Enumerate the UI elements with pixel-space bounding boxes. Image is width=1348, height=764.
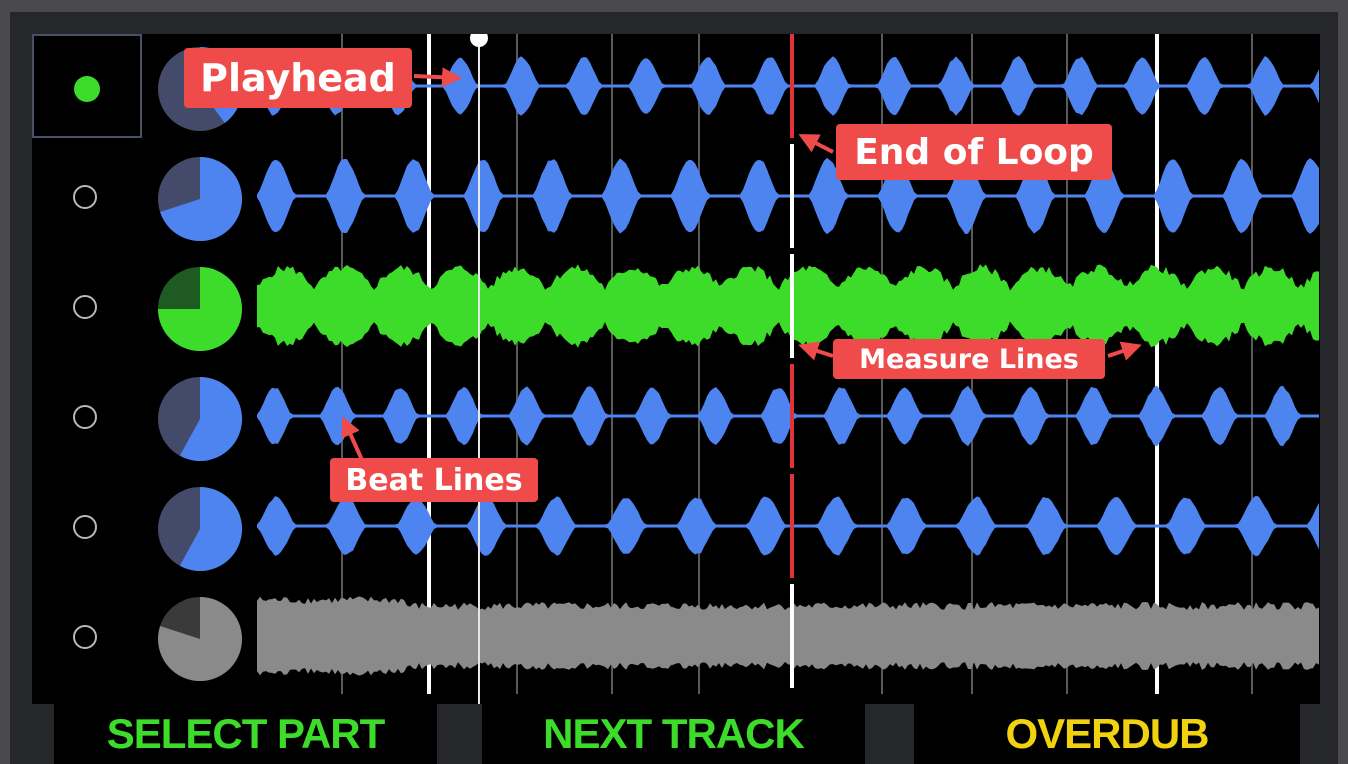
- soft-key-bar: SELECT PART NEXT TRACK OVERDUB: [10, 704, 1338, 764]
- measure-line: [790, 584, 794, 688]
- measure-lines-callout: Measure Lines: [833, 339, 1105, 379]
- track-row[interactable]: [32, 474, 1320, 584]
- track-progress-pie-icon: [158, 267, 242, 351]
- track-row[interactable]: [32, 254, 1320, 364]
- track-row[interactable]: [32, 364, 1320, 474]
- track-area: [32, 34, 1320, 704]
- end-of-loop-callout: End of Loop: [836, 124, 1112, 180]
- end-of-loop-marker: [790, 34, 794, 138]
- inactive-part-dot-icon: [73, 185, 97, 209]
- part-select-indicator[interactable]: [32, 254, 142, 358]
- track-progress-pie-icon: [158, 597, 243, 681]
- track-progress-pie-icon: [158, 156, 243, 241]
- measure-line: [790, 144, 794, 248]
- part-select-indicator[interactable]: [32, 474, 142, 578]
- part-select-indicator[interactable]: [32, 584, 142, 688]
- part-select-indicator[interactable]: [32, 144, 142, 248]
- track-progress-pie-icon: [158, 486, 243, 571]
- part-select-indicator[interactable]: [32, 364, 142, 468]
- track-row[interactable]: [32, 584, 1320, 694]
- playhead-callout: Playhead: [184, 48, 412, 108]
- active-part-dot-icon: [74, 76, 100, 102]
- track-progress-pie-icon: [158, 376, 243, 461]
- next-track-button[interactable]: NEXT TRACK: [482, 704, 865, 764]
- inactive-part-dot-icon: [73, 625, 97, 649]
- part-select-indicator[interactable]: [32, 34, 142, 138]
- track-row[interactable]: [32, 144, 1320, 254]
- beat-lines-callout: Beat Lines: [330, 458, 538, 502]
- inactive-part-dot-icon: [73, 405, 97, 429]
- overdub-button[interactable]: OVERDUB: [914, 704, 1300, 764]
- inactive-part-dot-icon: [73, 295, 97, 319]
- looper-screen: Playhead End of Loop Measure Lines Beat …: [10, 12, 1338, 764]
- inactive-part-dot-icon: [73, 515, 97, 539]
- select-part-button[interactable]: SELECT PART: [54, 704, 437, 764]
- end-of-loop-marker: [790, 364, 794, 468]
- measure-line: [790, 254, 794, 358]
- end-of-loop-marker: [790, 474, 794, 578]
